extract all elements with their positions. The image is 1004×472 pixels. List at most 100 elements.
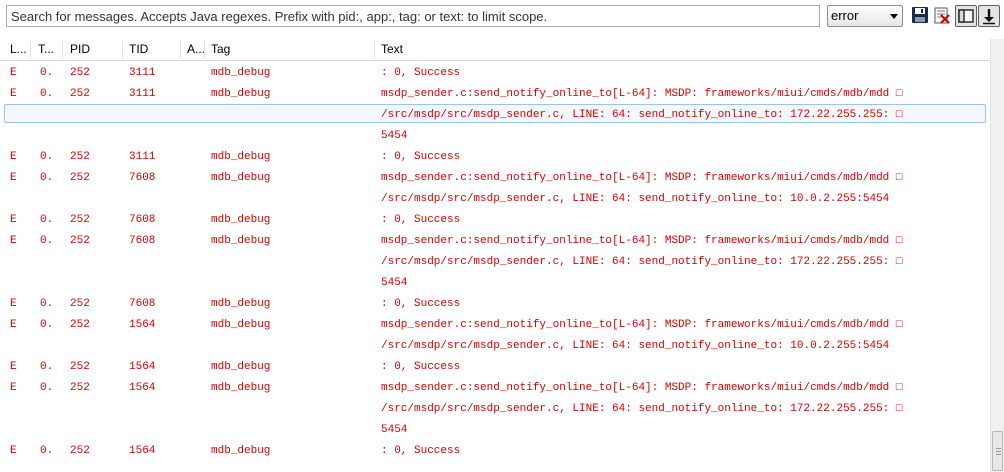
cell-pid: 252 bbox=[70, 172, 90, 184]
cell-tag: mdb_debug bbox=[211, 151, 271, 163]
cell-time: 0. bbox=[40, 361, 54, 373]
clear-log-button[interactable] bbox=[932, 5, 954, 27]
log-row[interactable]: /src/msdp/src/msdp_sender.c, LINE: 64: s… bbox=[0, 251, 990, 272]
cell-tag: mdb_debug bbox=[211, 298, 271, 310]
log-level-value: error bbox=[831, 8, 859, 23]
cell-pid: 252 bbox=[70, 361, 90, 373]
cell-text: 5454 bbox=[381, 130, 408, 142]
log-row[interactable]: /src/msdp/src/msdp_sender.c, LINE: 64: s… bbox=[0, 335, 990, 356]
column-header-pid[interactable]: PID bbox=[70, 42, 90, 56]
log-row[interactable]: E 0. 252 7608 mdb_debug msdp_sender.c:send_no… bbox=[0, 230, 990, 251]
cell-time: 0. bbox=[40, 67, 54, 79]
column-divider[interactable] bbox=[180, 41, 181, 58]
cell-level: E bbox=[10, 172, 17, 184]
log-row[interactable]: /src/msdp/src/msdp_sender.c, LINE: 64: s… bbox=[0, 104, 990, 125]
cell-text: /src/msdp/src/msdp_sender.c, LINE: 64: s… bbox=[381, 256, 903, 268]
scrollbar-grip bbox=[996, 451, 1001, 452]
cell-pid: 252 bbox=[70, 445, 90, 457]
cell-time: 0. bbox=[40, 445, 54, 457]
cell-text: /src/msdp/src/msdp_sender.c, LINE: 64: s… bbox=[381, 403, 903, 415]
scroll-lock-icon bbox=[979, 6, 999, 26]
cell-time: 0. bbox=[40, 88, 54, 100]
cell-text: : 0, Success bbox=[381, 214, 461, 226]
cell-tag: mdb_debug bbox=[211, 319, 271, 331]
cell-time: 0. bbox=[40, 172, 54, 184]
cell-tag: mdb_debug bbox=[211, 214, 271, 226]
cell-pid: 252 bbox=[70, 382, 90, 394]
log-row[interactable]: 5454 bbox=[0, 125, 990, 146]
cell-tid: 1564 bbox=[129, 445, 156, 457]
cell-tid: 3111 bbox=[129, 67, 156, 79]
log-row[interactable]: E 0. 252 1564 mdb_debug: 0, Success bbox=[0, 356, 990, 377]
log-row[interactable]: 5454 bbox=[0, 419, 990, 440]
cell-level: E bbox=[10, 88, 17, 100]
cell-pid: 252 bbox=[70, 151, 90, 163]
column-divider[interactable] bbox=[374, 41, 375, 58]
column-header-tag[interactable]: Tag bbox=[211, 42, 230, 56]
show-filters-icon bbox=[956, 6, 976, 26]
log-row[interactable]: /src/msdp/src/msdp_sender.c, LINE: 64: s… bbox=[0, 188, 990, 209]
cell-time: 0. bbox=[40, 298, 54, 310]
cell-text: : 0, Success bbox=[381, 298, 461, 310]
cell-pid: 252 bbox=[70, 319, 90, 331]
chevron-down-icon bbox=[890, 14, 898, 19]
column-header-application[interactable]: A... bbox=[187, 42, 205, 56]
log-row[interactable]: E 0. 252 7608 mdb_debug msdp_sender.c:send_no… bbox=[0, 167, 990, 188]
log-row[interactable]: E 0. 252 1564 mdb_debug msdp_sender.c:send_no… bbox=[0, 314, 990, 335]
scrollbar-thumb[interactable] bbox=[992, 431, 1003, 471]
cell-pid: 252 bbox=[70, 67, 90, 79]
cell-level: E bbox=[10, 319, 17, 331]
cell-text: : 0, Success bbox=[381, 67, 461, 79]
column-divider[interactable] bbox=[62, 41, 63, 58]
save-icon bbox=[910, 5, 932, 25]
log-row[interactable]: E 0. 252 3111 mdb_debug : 0, Success bbox=[0, 62, 990, 83]
cell-time: 0. bbox=[40, 382, 54, 394]
cell-level: E bbox=[10, 298, 17, 310]
show-filters-toggle[interactable] bbox=[955, 5, 977, 27]
log-level-select[interactable]: error bbox=[827, 5, 903, 27]
cell-text: msdp_sender.c:send_notify_online_to[L-64… bbox=[381, 319, 903, 331]
cell-tid: 3111 bbox=[129, 88, 156, 100]
log-row[interactable]: E 0. 252 3111 mdb_debug msdp_sender.c:send_no… bbox=[0, 83, 990, 104]
column-header-tid[interactable]: TID bbox=[129, 42, 148, 56]
search-input[interactable] bbox=[6, 5, 820, 27]
save-log-button[interactable] bbox=[910, 5, 932, 27]
cell-tag: mdb_debug bbox=[211, 67, 271, 79]
log-row[interactable]: E 0. 252 7608 mdb_debug: 0, Success bbox=[0, 209, 990, 230]
cell-tid: 1564 bbox=[129, 361, 156, 373]
cell-time: 0. bbox=[40, 319, 54, 331]
column-divider[interactable] bbox=[30, 41, 31, 58]
cell-tid: 7608 bbox=[129, 298, 156, 310]
column-header-text[interactable]: Text bbox=[381, 42, 403, 56]
column-divider[interactable] bbox=[122, 41, 123, 58]
cell-text: /src/msdp/src/msdp_sender.c, LINE: 64: s… bbox=[381, 193, 890, 205]
cell-level: E bbox=[10, 151, 17, 163]
cell-pid: 252 bbox=[70, 298, 90, 310]
log-row[interactable]: E 0. 252 3111 mdb_debug: 0, Success bbox=[0, 146, 990, 167]
cell-level: E bbox=[10, 67, 17, 79]
cell-text: msdp_sender.c:send_notify_online_to[L-64… bbox=[381, 88, 903, 100]
cell-tid: 3111 bbox=[129, 151, 156, 163]
column-header-level[interactable]: L... bbox=[10, 42, 27, 56]
cell-tid: 7608 bbox=[129, 214, 156, 226]
log-row[interactable]: E 0. 252 7608 mdb_debug : 0, Success bbox=[0, 293, 990, 314]
cell-text: 5454 bbox=[381, 277, 408, 289]
cell-text: : 0, Success bbox=[381, 445, 461, 457]
log-row[interactable]: /src/msdp/src/msdp_sender.c, LINE: 64: s… bbox=[0, 398, 990, 419]
cell-pid: 252 bbox=[70, 235, 90, 247]
log-row[interactable]: 5454 bbox=[0, 272, 990, 293]
scroll-lock-toggle[interactable] bbox=[978, 5, 1000, 27]
log-row[interactable]: E 0. 252 1564 mdb_debug: 0, Success bbox=[0, 440, 990, 461]
vertical-scrollbar[interactable] bbox=[990, 39, 1004, 472]
cell-text: 5454 bbox=[381, 424, 408, 436]
scrollbar-grip bbox=[996, 448, 1001, 449]
cell-tag: mdb_debug bbox=[211, 445, 271, 457]
cell-tag: mdb_debug bbox=[211, 361, 271, 373]
column-divider[interactable] bbox=[204, 41, 205, 58]
log-row[interactable]: E 0. 252 1564 mdb_debug msdp_sender.c:send_no… bbox=[0, 377, 990, 398]
column-header-time[interactable]: T... bbox=[38, 42, 54, 56]
logcat-toolbar: error bbox=[0, 0, 1004, 34]
cell-pid: 252 bbox=[70, 214, 90, 226]
cell-time: 0. bbox=[40, 214, 54, 226]
scrollbar-grip bbox=[996, 454, 1001, 455]
